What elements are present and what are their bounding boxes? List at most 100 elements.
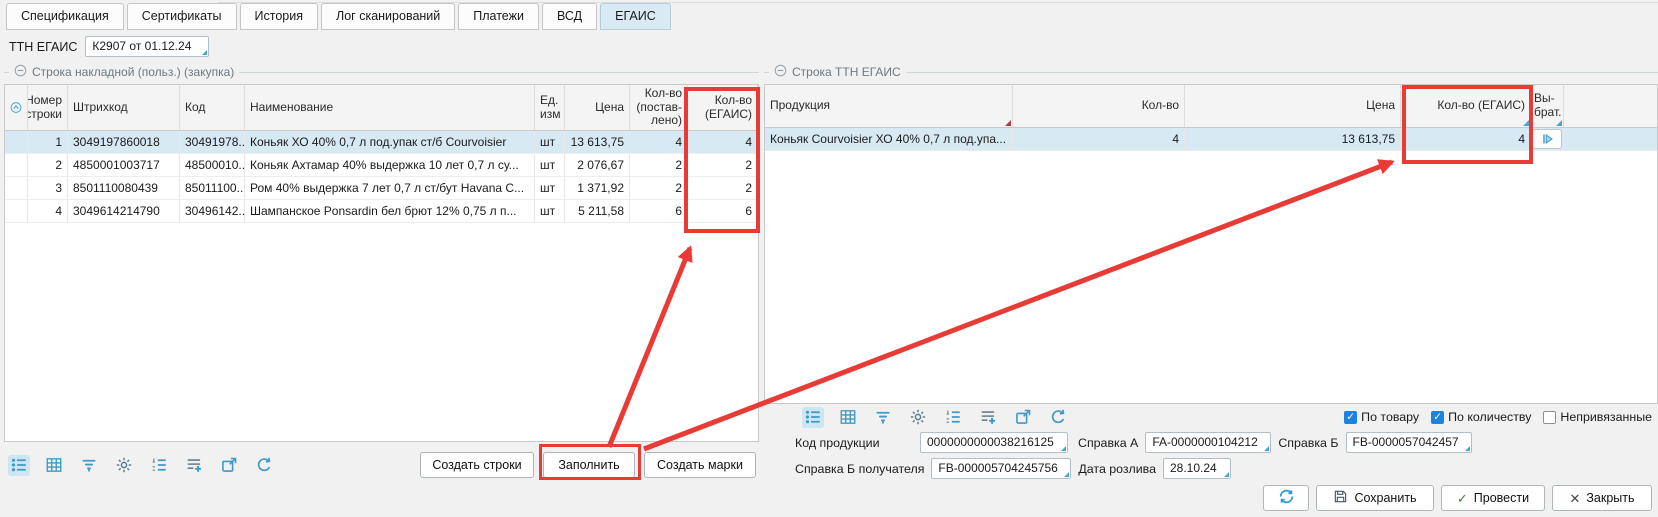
checkbox-by-quantity[interactable]: ✓ По количеству (1431, 410, 1531, 424)
column-header-name[interactable]: Наименование (245, 85, 535, 130)
ttn-table-header: ПродукцияКол-воЦенаКол-во (ЕГАИС)Вы-брат… (765, 85, 1657, 128)
checkbox-by-quantity-box[interactable]: ✓ (1431, 411, 1444, 424)
tab-specification[interactable]: Спецификация (6, 3, 124, 30)
table-row[interactable]: 3850111008043985011100...Ром 40% выдержк… (5, 177, 758, 200)
cell-row-number: 2 (28, 154, 68, 176)
invoice-lines-panel: Строка накладной (польз.) (закупка) Номе… (4, 62, 759, 486)
gear-icon[interactable] (113, 455, 135, 476)
egais-tab-page: СпецификацияСертификатыИсторияЛог сканир… (0, 0, 1658, 517)
cell-qty-egais: 2 (688, 154, 758, 176)
numbered-list-icon[interactable] (148, 455, 170, 476)
cell-unit: шт (535, 154, 565, 176)
filter-icon[interactable] (78, 455, 100, 476)
post-button[interactable]: ✓Провести (1441, 485, 1545, 511)
table-row[interactable]: Коньяк Courvoisier ХО 40% 0,7 л под.упа.… (765, 128, 1657, 151)
invoice-table-header: Номер строкиШтрихкодКодНаименованиеЕд. и… (5, 85, 758, 131)
product-fields-row-2: Справка Б получателя FB-000005704245756 … (795, 458, 1231, 479)
tab-certificates[interactable]: Сертификаты (127, 3, 237, 30)
tab-payments[interactable]: Платежи (458, 3, 539, 30)
close-icon: ✕ (1569, 492, 1580, 505)
filter-icon[interactable] (872, 407, 894, 428)
row-settings-icon[interactable] (802, 407, 824, 428)
reference-b-field[interactable]: FB-0000057042457 (1346, 432, 1472, 453)
reload-rows-icon[interactable] (253, 455, 275, 476)
cell-qty: 4 (1013, 128, 1185, 150)
row-settings-icon[interactable] (8, 455, 30, 476)
column-header-unit[interactable]: Ед. изм (535, 85, 565, 130)
bottling-date-field[interactable]: 28.10.24 (1163, 458, 1231, 479)
column-header-qty[interactable]: Кол-во (1013, 85, 1185, 127)
column-header-select[interactable]: Вы-брат. (1531, 85, 1564, 127)
checkbox-label: Непривязанные (1560, 410, 1652, 424)
invoice-table-toolbar (8, 455, 275, 476)
column-header-barcode[interactable]: Штрихкод (68, 85, 180, 130)
checkbox-by-product[interactable]: ✓ По товару (1344, 410, 1419, 424)
column-header-qty-egais[interactable]: Кол-во (ЕГАИС) (688, 85, 758, 130)
checkbox-by-product-box[interactable]: ✓ (1344, 411, 1357, 424)
refresh-button[interactable] (1263, 485, 1309, 511)
ttn-table-toolbar-row: ✓ По товару ✓ По количеству Непривязанные (802, 404, 1652, 430)
add-rows-icon[interactable] (183, 455, 205, 476)
cell-unit: шт (535, 131, 565, 153)
table-row[interactable]: 1304919786001830491978...Коньяк ХО 40% 0… (5, 131, 758, 154)
cell-filler (1564, 128, 1657, 150)
numbered-list-icon[interactable] (942, 407, 964, 428)
cell-qty-egais: 2 (688, 177, 758, 199)
add-rows-icon[interactable] (977, 407, 999, 428)
tab-vsd[interactable]: ВСД (542, 3, 597, 30)
create-rows-button[interactable]: Создать строки (420, 452, 534, 478)
cell-row-number: 1 (28, 131, 68, 153)
open-in-window-icon[interactable] (1012, 407, 1034, 428)
column-header-filler (1564, 85, 1657, 127)
cell-barcode: 3049614214790 (68, 200, 180, 222)
table-row[interactable]: 2485000100371748500010...Коньяк Ахтамар … (5, 154, 758, 177)
column-header-sort-indicator[interactable] (5, 85, 28, 130)
tab-egais[interactable]: ЕГАИС (600, 3, 671, 30)
sort-mark-icon (1005, 120, 1011, 126)
create-marks-button[interactable]: Создать марки (644, 452, 756, 478)
cell-price: 13 613,75 (565, 131, 630, 153)
checkbox-unlinked[interactable]: Непривязанные (1543, 410, 1652, 424)
ttn-lines-title: Строка ТТН ЕГАИС (792, 65, 901, 79)
save-button[interactable]: Сохранить (1316, 485, 1434, 511)
tab-scan-log[interactable]: Лог сканирований (321, 3, 455, 30)
collapse-icon[interactable] (774, 64, 787, 80)
column-header-row-number[interactable]: Номер строки (28, 85, 68, 130)
table-row[interactable]: 4304961421479030496142...Шампанское Pons… (5, 200, 758, 223)
gear-icon[interactable] (907, 407, 929, 428)
reload-rows-icon[interactable] (1047, 407, 1069, 428)
invoice-lines-group-header: Строка накладной (польз.) (закупка) (4, 62, 759, 82)
grid-view-icon[interactable] (837, 407, 859, 428)
reference-a-field[interactable]: FA-0000000104212 (1145, 432, 1271, 453)
cell-qty-egais: 6 (688, 200, 758, 222)
checkbox-label: По количеству (1448, 410, 1531, 424)
cell-price: 13 613,75 (1185, 128, 1401, 150)
column-header-qty-delivered[interactable]: Кол-во (постав-лено) (630, 85, 688, 130)
row-indicator-cell (5, 177, 28, 199)
checkbox-label: По товару (1361, 410, 1419, 424)
grid-view-icon[interactable] (43, 455, 65, 476)
cell-qty-egais: 4 (688, 131, 758, 153)
collapse-icon[interactable] (14, 64, 27, 80)
recipient-reference-b-field[interactable]: FB-000005704245756 (931, 458, 1071, 479)
column-header-price[interactable]: Цена (1185, 85, 1401, 127)
select-row-button[interactable] (1532, 129, 1562, 149)
fill-button[interactable]: Заполнить (543, 452, 635, 478)
ttn-lines-table: ПродукцияКол-воЦенаКол-во (ЕГАИС)Вы-брат… (764, 84, 1658, 404)
product-code-field[interactable]: 0000000000038216125 (920, 432, 1068, 453)
cell-qty-delivered: 4 (630, 131, 688, 153)
tab-history[interactable]: История (240, 3, 318, 30)
cell-code: 48500010... (180, 154, 245, 176)
column-header-code[interactable]: Код (180, 85, 245, 130)
close-button[interactable]: ✕Закрыть (1552, 485, 1652, 511)
row-indicator-cell (5, 200, 28, 222)
ttn-egais-label: ТТН ЕГАИС (9, 40, 77, 54)
column-header-product[interactable]: Продукция (765, 85, 1013, 127)
ttn-egais-row: ТТН ЕГАИС К2907 от 01.12.24 (9, 36, 209, 57)
checkbox-unlinked-box[interactable] (1543, 411, 1556, 424)
cell-name: Шампанское Ponsardin бел брют 12% 0,75 л… (245, 200, 535, 222)
open-in-window-icon[interactable] (218, 455, 240, 476)
ttn-egais-field[interactable]: К2907 от 01.12.24 (85, 36, 209, 57)
column-header-price[interactable]: Цена (565, 85, 630, 130)
column-header-qty-egais[interactable]: Кол-во (ЕГАИС) (1401, 85, 1531, 127)
